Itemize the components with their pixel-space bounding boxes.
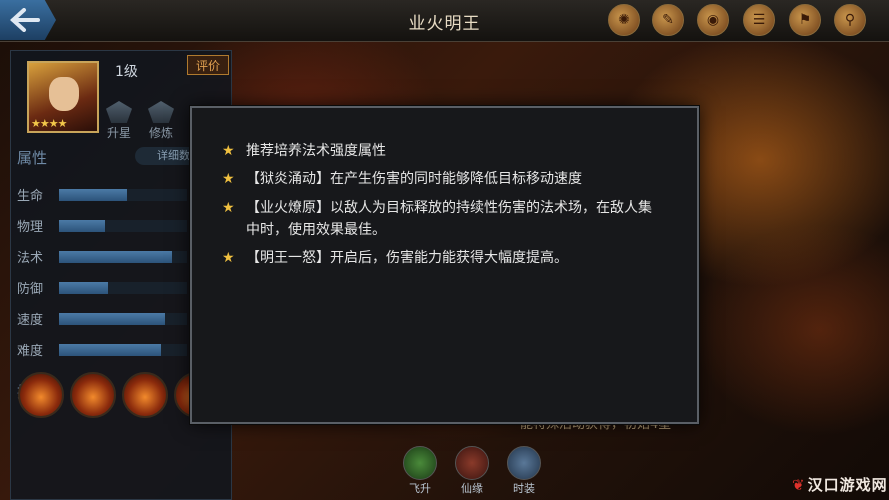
tip-text: 推荐培养法术强度属性 [246,143,386,159]
tip-item: ★ 【业火燎原】以敌人为目标释放的持续性伤害的法术场，在敌人集中时，使用效果最佳… [222,197,692,241]
lightning-skill-icon[interactable] [70,372,116,418]
quill-icon[interactable]: ✎ [652,4,684,36]
coin-icon[interactable]: ◉ [697,4,729,36]
stat-bar [59,313,187,325]
stat-bar [59,344,187,356]
flame-skill-icon[interactable] [18,372,64,418]
star-icon: ★ [222,171,235,187]
tip-text: 【明王一怒】开启后，伤害能力能获得大幅度提高。 [246,250,568,266]
tip-item: ★ 【狱炎涌动】在产生伤害的同时能够降低目标移动速度 [222,168,692,190]
top-bar: 业火明王 ✺ ✎ ◉ ☰ ⚑ ⚲ [0,0,889,42]
stat-fill [59,189,127,201]
fire-ring-skill-icon[interactable] [122,372,168,418]
detail-label: 详细数 [157,149,190,162]
tip-text: 【狱炎涌动】在产生伤害的同时能够降低目标移动速度 [246,171,582,187]
ascend-emblem-icon [403,446,437,480]
star-rating: ★★★★ [31,117,67,130]
attributes-title: 属性 [17,149,48,167]
cultivate-button[interactable]: 修炼 [143,101,179,140]
tips-dialog[interactable]: ★ 推荐培养法术强度属性 ★ 【狱炎涌动】在产生伤害的同时能够降低目标移动速度 … [190,106,699,424]
stat-label: 生命 [17,189,44,204]
hero-level: 1级 [115,64,138,80]
stat-label: 物理 [17,220,44,235]
stat-bar [59,282,187,294]
watermark: ❦ 汉口游戏网 [792,474,888,495]
stat-label: 难度 [17,344,44,359]
hero-face [49,77,79,111]
cultivate-gem-icon [148,101,174,123]
tab-ascend[interactable]: 飞升 [400,446,440,498]
watermark-logo-icon: ❦ [792,476,806,494]
tab-ascend-label: 飞升 [409,482,431,495]
tab-costume-label: 时装 [513,482,535,495]
star-icon: ★ [222,250,235,266]
rate-button[interactable]: 评价 [187,55,229,75]
stat-fill [59,282,108,294]
cultivate-label: 修炼 [148,126,173,140]
tip-text: 【业火燎原】以敌人为目标释放的持续性伤害的法术场，在敌人集中时，使用效果最佳。 [246,200,652,238]
star-icon: ★ [222,200,235,216]
tip-item: ★ 推荐培养法术强度属性 [222,140,692,162]
scroll-seal-icon[interactable]: ✺ [608,4,640,36]
tip-item: ★ 【明王一怒】开启后，伤害能力能获得大幅度提高。 [222,247,692,269]
stat-fill [59,313,166,325]
watermark-text: 汉口游戏网 [807,476,888,494]
star-icon: ★ [222,143,235,159]
tab-fate-label: 仙缘 [461,482,483,495]
stat-label: 速度 [17,313,44,328]
document-icon[interactable]: ☰ [743,4,775,36]
stat-fill [59,344,162,356]
stat-fill [59,220,106,232]
costume-emblem-icon [507,446,541,480]
stat-bar [59,220,187,232]
tab-fate[interactable]: 仙缘 [452,446,492,498]
upgrade-star-button[interactable]: 升星 [101,101,137,140]
stat-fill [59,251,172,263]
fate-emblem-icon [455,446,489,480]
magnifier-icon[interactable]: ⚲ [834,4,866,36]
stat-label: 防御 [17,282,44,297]
hero-portrait[interactable]: ★★★★ [27,61,99,133]
tab-costume[interactable]: 时装 [504,446,544,498]
stat-bar [59,189,187,201]
upgrade-label: 升星 [106,126,131,140]
rate-button-label: 评价 [195,58,220,73]
upgrade-gem-icon [106,101,132,123]
stat-label: 法术 [17,251,44,266]
stat-bar [59,251,187,263]
flag-icon[interactable]: ⚑ [789,4,821,36]
